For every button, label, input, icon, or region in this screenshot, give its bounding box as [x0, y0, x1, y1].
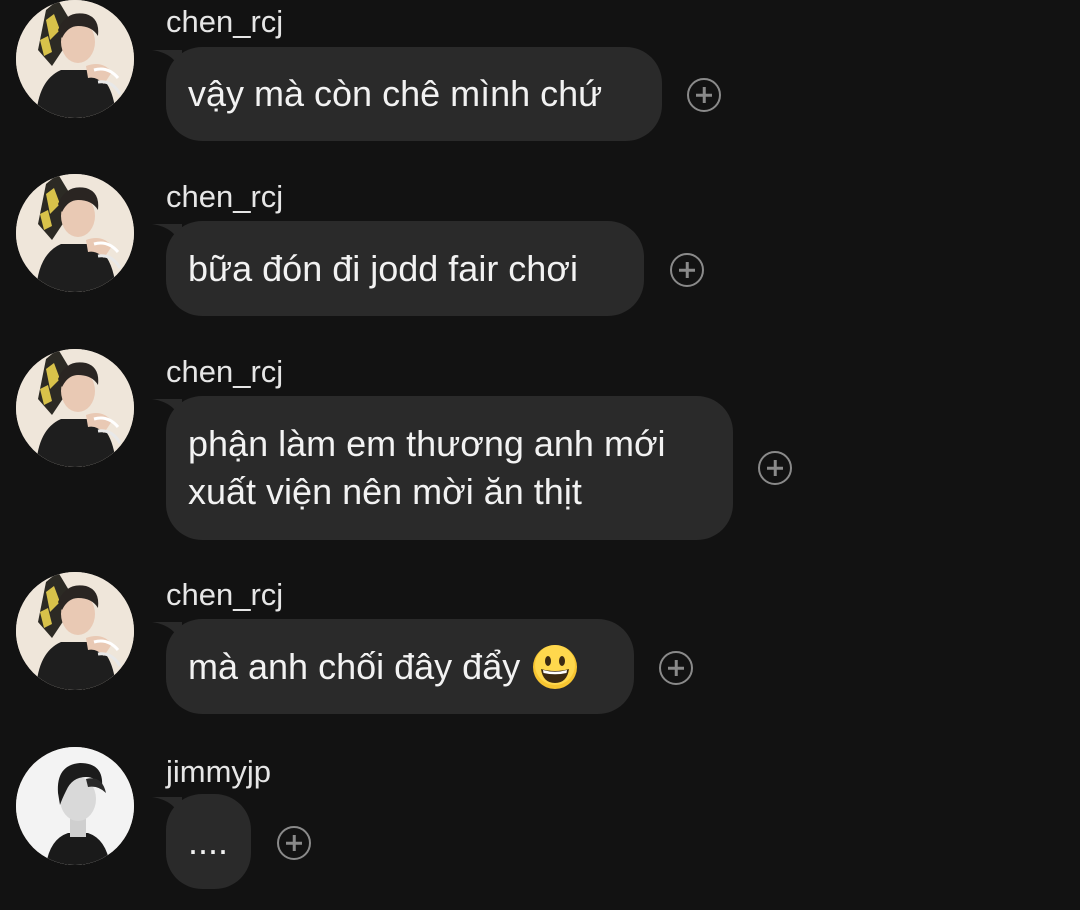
avatar-chen-icon [16, 572, 134, 690]
user-avatar[interactable] [16, 349, 134, 467]
avatar-chen-icon [16, 174, 134, 292]
message-bubble[interactable]: vậy mà còn chê mình chứ [166, 47, 662, 141]
avatar-jimmy-icon [16, 747, 134, 865]
message-bubble[interactable]: phận làm em thương anh mới xuất viện nên… [166, 396, 733, 540]
user-avatar[interactable] [16, 747, 134, 865]
add-reaction-icon[interactable] [277, 826, 311, 860]
message-text: mà anh chối đây đẩy [188, 645, 521, 687]
message-username[interactable]: jimmyjp [166, 754, 271, 790]
message-username[interactable]: chen_rcj [166, 354, 283, 390]
message-text: phận làm em thương anh mới xuất viện nên… [188, 420, 666, 516]
message-text-line: xuất viện nên mời ăn thịt [188, 471, 582, 512]
message-text: bữa đón đi jodd fair chơi [188, 247, 578, 289]
add-reaction-icon[interactable] [687, 78, 721, 112]
grinning-face-emoji [532, 644, 578, 690]
message-username[interactable]: chen_rcj [166, 4, 283, 40]
user-avatar[interactable] [16, 572, 134, 690]
user-avatar[interactable] [16, 174, 134, 292]
avatar-chen-icon [16, 0, 134, 118]
message-bubble[interactable]: bữa đón đi jodd fair chơi [166, 221, 644, 316]
message-username[interactable]: chen_rcj [166, 179, 283, 215]
add-reaction-icon[interactable] [670, 253, 704, 287]
message-bubble[interactable]: mà anh chối đây đẩy [166, 619, 634, 714]
message-text: .... [188, 820, 229, 862]
add-reaction-icon[interactable] [758, 451, 792, 485]
user-avatar[interactable] [16, 0, 134, 118]
avatar-chen-icon [16, 349, 134, 467]
message-text: vậy mà còn chê mình chứ [188, 73, 603, 114]
message-username[interactable]: chen_rcj [166, 577, 283, 613]
message-text-line: phận làm em thương anh mới [188, 423, 666, 464]
add-reaction-icon[interactable] [659, 651, 693, 685]
message-bubble[interactable]: .... [166, 794, 251, 889]
